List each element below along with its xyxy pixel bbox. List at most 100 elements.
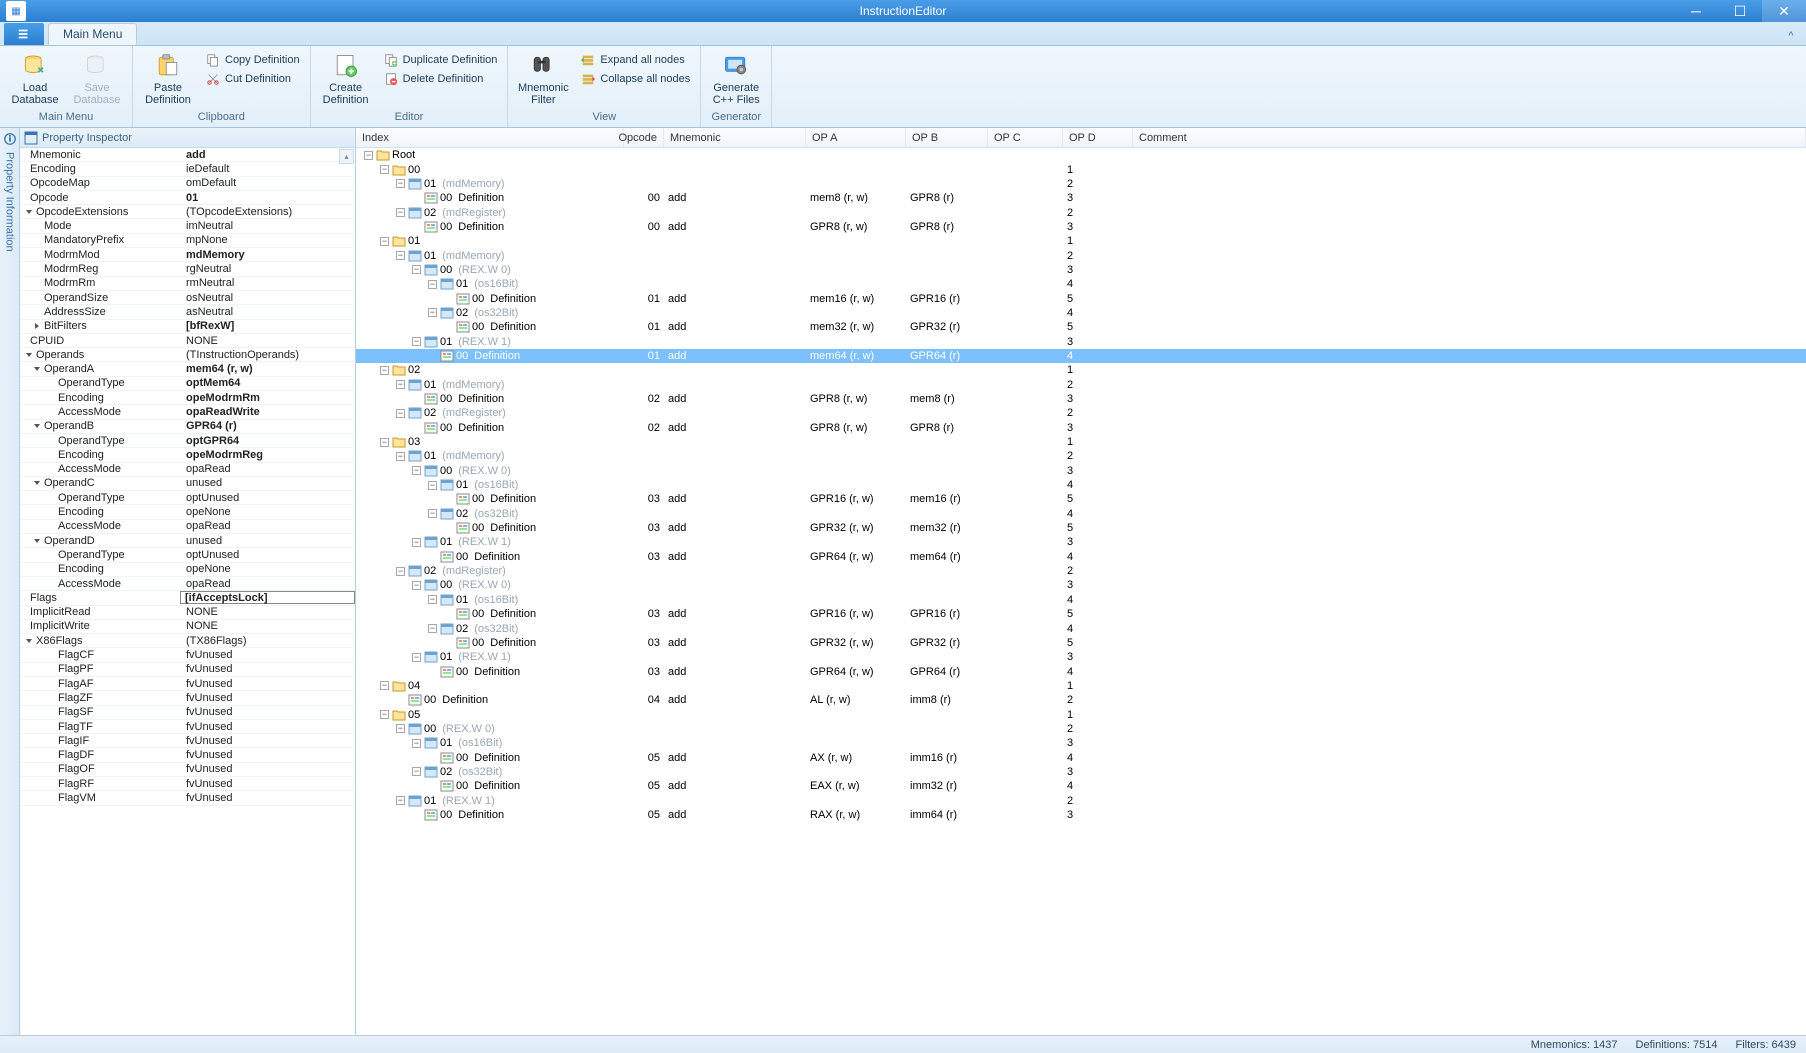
tree-row[interactable]: 00Definition00addGPR8 (r, w)GPR8 (r)3 xyxy=(356,220,1806,234)
expand-icon[interactable]: − xyxy=(412,265,421,274)
tree-row[interactable]: −01(os16Bit)4 xyxy=(356,478,1806,492)
expand-icon[interactable]: − xyxy=(412,466,421,475)
maximize-button[interactable]: ☐ xyxy=(1718,0,1762,22)
tree-row[interactable]: 00Definition00addmem8 (r, w)GPR8 (r)3 xyxy=(356,191,1806,205)
property-value[interactable]: opeModrmReg xyxy=(180,449,355,461)
tree-row[interactable]: −01(os16Bit)4 xyxy=(356,593,1806,607)
tree-row[interactable]: 00Definition01addmem32 (r, w)GPR32 (r)5 xyxy=(356,320,1806,334)
expand-icon[interactable]: − xyxy=(380,165,389,174)
tree-row[interactable]: −01(REX.W 1)3 xyxy=(356,334,1806,348)
tree-row[interactable]: −01(REX.W 1)3 xyxy=(356,535,1806,549)
property-row[interactable]: OpcodeExtensions(TOpcodeExtensions) xyxy=(20,205,355,219)
property-row[interactable]: ImplicitWriteNONE xyxy=(20,620,355,634)
ribbon-button[interactable]: Expand all nodes xyxy=(576,50,694,69)
col-opc[interactable]: OP C xyxy=(988,128,1063,147)
tree-row[interactable]: 00Definition03addGPR64 (r, w)mem64 (r)4 xyxy=(356,550,1806,564)
ribbon-button[interactable]: Cut Definition xyxy=(201,69,304,88)
expand-icon[interactable] xyxy=(24,207,33,216)
expand-icon[interactable]: − xyxy=(396,724,405,733)
property-grid[interactable]: ▴ MnemonicaddEncodingieDefaultOpcodeMapo… xyxy=(20,148,355,1035)
tree-row[interactable]: −02(mdRegister)2 xyxy=(356,406,1806,420)
expand-icon[interactable]: − xyxy=(428,595,437,604)
property-value[interactable]: opeNone xyxy=(180,506,355,518)
property-row[interactable]: FlagSFfvUnused xyxy=(20,706,355,720)
tree-row[interactable]: −00(REX.W 0)3 xyxy=(356,578,1806,592)
tree-row[interactable]: −00(REX.W 0)2 xyxy=(356,722,1806,736)
property-row[interactable]: OperandSizeosNeutral xyxy=(20,291,355,305)
tree-row[interactable]: 00Definition02addGPR8 (r, w)mem8 (r)3 xyxy=(356,392,1806,406)
property-value[interactable]: 01 xyxy=(180,192,355,204)
ribbon-button[interactable]: Delete Definition xyxy=(379,69,502,88)
expand-icon[interactable]: − xyxy=(412,767,421,776)
property-row[interactable]: OpcodeMapomDefault xyxy=(20,177,355,191)
property-row[interactable]: FlagOFfvUnused xyxy=(20,763,355,777)
property-value[interactable]: osNeutral xyxy=(180,292,355,304)
property-row[interactable]: AccessModeopaReadWrite xyxy=(20,405,355,419)
tree-row[interactable]: −01(mdMemory)2 xyxy=(356,248,1806,262)
col-opcode[interactable]: Opcode xyxy=(624,128,664,147)
property-value[interactable]: (TInstructionOperands) xyxy=(180,349,355,361)
property-value[interactable]: fvUnused xyxy=(180,678,355,690)
tree-row[interactable]: 00Definition05addRAX (r, w)imm64 (r)3 xyxy=(356,808,1806,822)
property-value[interactable]: optGPR64 xyxy=(180,435,355,447)
property-row[interactable]: ModrmRmrmNeutral xyxy=(20,277,355,291)
property-row[interactable]: FlagDFfvUnused xyxy=(20,748,355,762)
expand-icon[interactable] xyxy=(32,422,41,431)
expand-icon[interactable]: − xyxy=(428,509,437,518)
property-row[interactable]: EncodingopeNone xyxy=(20,563,355,577)
property-row[interactable]: FlagVMfvUnused xyxy=(20,791,355,805)
ribbon-help-icon[interactable]: ^ xyxy=(1782,27,1800,45)
property-row[interactable]: MandatoryPrefixmpNone xyxy=(20,234,355,248)
property-value[interactable]: fvUnused xyxy=(180,692,355,704)
property-value[interactable]: optUnused xyxy=(180,492,355,504)
property-row[interactable]: ModrmModmdMemory xyxy=(20,248,355,262)
property-value[interactable]: opaReadWrite xyxy=(180,406,355,418)
property-value[interactable]: rmNeutral xyxy=(180,277,355,289)
expand-icon[interactable]: − xyxy=(380,366,389,375)
property-value[interactable]: unused xyxy=(180,535,355,547)
tree-row[interactable]: −02(os32Bit)3 xyxy=(356,765,1806,779)
tree-row[interactable]: 00Definition03addGPR64 (r, w)GPR64 (r)4 xyxy=(356,664,1806,678)
property-value[interactable]: imNeutral xyxy=(180,220,355,232)
property-row[interactable]: BitFilters[bfRexW] xyxy=(20,320,355,334)
ribbon-button[interactable]: Collapse all nodes xyxy=(576,69,694,88)
expand-icon[interactable] xyxy=(24,350,33,359)
expand-icon[interactable]: − xyxy=(396,796,405,805)
property-value[interactable]: fvUnused xyxy=(180,706,355,718)
ribbon-button[interactable]: GenerateC++ Files xyxy=(707,50,765,106)
property-row[interactable]: AccessModeopaRead xyxy=(20,463,355,477)
property-row[interactable]: FlagCFfvUnused xyxy=(20,648,355,662)
property-value[interactable]: [bfRexW] xyxy=(180,320,355,332)
minimize-button[interactable]: ─ xyxy=(1674,0,1718,22)
expand-icon[interactable]: − xyxy=(396,567,405,576)
tree-row[interactable]: 00Definition03addGPR32 (r, w)GPR32 (r)5 xyxy=(356,636,1806,650)
property-row[interactable]: EncodingopeModrmRm xyxy=(20,391,355,405)
expand-icon[interactable]: − xyxy=(428,308,437,317)
expand-icon[interactable]: − xyxy=(380,237,389,246)
expand-icon[interactable]: − xyxy=(396,409,405,418)
property-row[interactable]: ModrmRegrgNeutral xyxy=(20,262,355,276)
tree-row[interactable]: −02(mdRegister)2 xyxy=(356,205,1806,219)
expand-icon[interactable]: − xyxy=(412,653,421,662)
property-value[interactable]: mdMemory xyxy=(180,249,355,261)
tree-body[interactable]: −Root−001 −01(mdMemory)2 00Definition00add… xyxy=(356,148,1806,1035)
property-value[interactable]: [ifAcceptsLock] xyxy=(180,591,355,604)
tree-row[interactable]: −02(mdRegister)2 xyxy=(356,564,1806,578)
property-row[interactable]: ModeimNeutral xyxy=(20,219,355,233)
sidebar-rail[interactable]: Property Information xyxy=(0,128,20,1035)
property-row[interactable]: EncodingopeModrmReg xyxy=(20,448,355,462)
tree-row[interactable]: −00(REX.W 0)3 xyxy=(356,464,1806,478)
tree-row[interactable]: 00Definition05addAX (r, w)imm16 (r)4 xyxy=(356,750,1806,764)
tree-row[interactable]: −Root xyxy=(356,148,1806,162)
col-opb[interactable]: OP B xyxy=(906,128,988,147)
property-value[interactable]: rgNeutral xyxy=(180,263,355,275)
property-value[interactable]: opaRead xyxy=(180,520,355,532)
tree-row[interactable]: −01(REX.W 1)2 xyxy=(356,793,1806,807)
property-value[interactable]: ieDefault xyxy=(180,163,355,175)
tree-row[interactable]: −001 xyxy=(356,162,1806,176)
expand-icon[interactable] xyxy=(32,322,41,331)
property-value[interactable]: fvUnused xyxy=(180,763,355,775)
tree-row[interactable]: 00Definition03addGPR32 (r, w)mem32 (r)5 xyxy=(356,521,1806,535)
property-value[interactable]: GPR64 (r) xyxy=(180,420,355,432)
property-value[interactable]: optMem64 xyxy=(180,377,355,389)
